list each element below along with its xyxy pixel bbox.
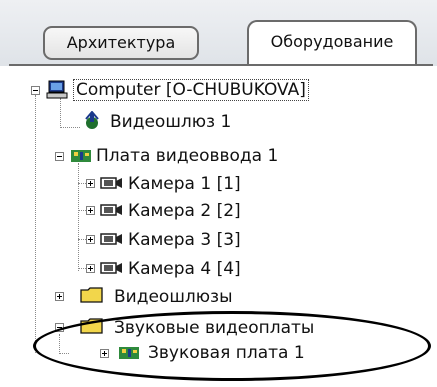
tree-item-camera-2[interactable]: Камера 2 [2] (128, 201, 241, 221)
camera-icon (100, 260, 124, 280)
tree-item-camera-3[interactable]: Камера 3 [3] (128, 230, 241, 250)
tree-item-computer[interactable]: Computer [O-CHUBUKOVA] (73, 79, 309, 101)
tree-item-capture-board[interactable]: Плата видеоввода 1 (96, 146, 278, 166)
tree-item-videogateway[interactable]: Видеошлюз 1 (110, 112, 231, 132)
folder-icon (80, 286, 104, 308)
collapse-toggle[interactable] (31, 86, 40, 95)
expand-toggle[interactable] (55, 292, 64, 301)
tree-item-videogateways-folder[interactable]: Видеошлюзы (114, 287, 233, 307)
tree-connector (35, 95, 36, 353)
expand-toggle[interactable] (86, 206, 95, 215)
expand-toggle[interactable] (86, 179, 95, 188)
expand-toggle[interactable] (86, 235, 95, 244)
board-icon (70, 147, 92, 169)
camera-icon (100, 231, 124, 251)
hardware-tree: Computer [O-CHUBUKOVA] Видеошлюз 1 Плата… (0, 0, 437, 387)
tree-connector (60, 127, 80, 128)
camera-icon (100, 175, 124, 195)
videogateway-icon (82, 110, 102, 135)
expand-toggle[interactable] (86, 264, 95, 273)
camera-icon (100, 202, 124, 222)
collapse-toggle[interactable] (55, 152, 64, 161)
computer-label: Computer [O-CHUBUKOVA] (73, 79, 309, 101)
tree-item-camera-4[interactable]: Камера 4 [4] (128, 259, 241, 279)
computer-icon (46, 80, 68, 104)
highlight-ellipse (33, 311, 431, 381)
tree-connector (78, 163, 79, 271)
tree-item-camera-1[interactable]: Камера 1 [1] (128, 174, 241, 194)
